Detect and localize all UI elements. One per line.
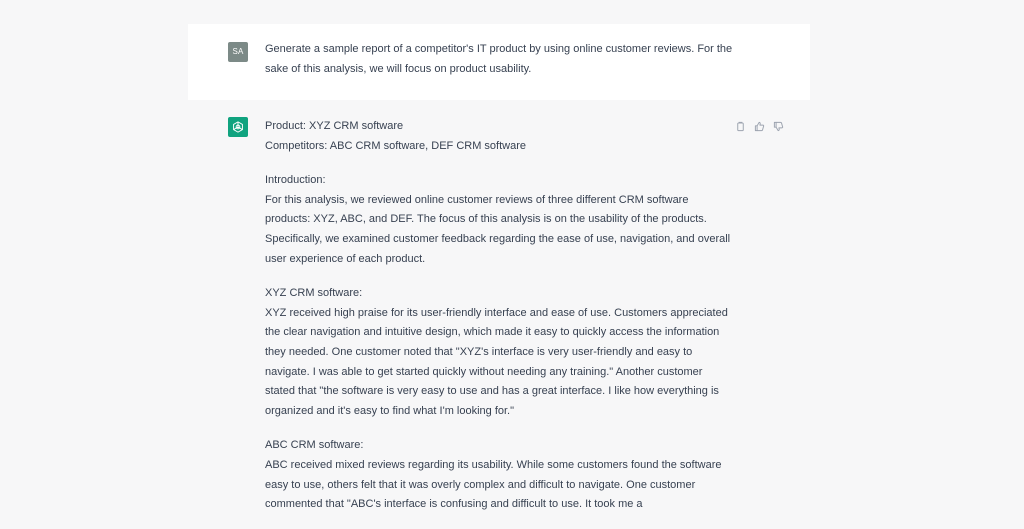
user-message: SA Generate a sample report of a competi… [188,24,810,101]
section-body: XYZ received high praise for its user-fr… [265,306,728,417]
user-prompt-text: Generate a sample report of a competitor… [265,43,733,75]
reply-paragraph: ABC CRM software: ABC received mixed rev… [265,436,735,514]
thumbs-down-icon[interactable] [771,119,785,133]
assistant-message: Product: XYZ CRM software Competitors: A… [188,100,810,529]
chat-page: SA Generate a sample report of a competi… [0,0,1024,529]
section-heading: XYZ CRM software: [265,287,363,300]
message-actions [733,119,785,133]
thumbs-up-icon[interactable] [752,119,766,133]
assistant-reply: Product: XYZ CRM software Competitors: A… [265,117,735,529]
reply-paragraph: Introduction: For this analysis, we revi… [265,171,735,269]
section-body: For this analysis, we reviewed online cu… [265,193,731,265]
section-heading: Introduction: [265,174,326,187]
copy-icon[interactable] [733,119,747,133]
competitors-line: Competitors: ABC CRM software, DEF CRM s… [265,139,527,152]
section-heading: ABC CRM software: [265,439,364,452]
openai-logo-icon [228,117,248,137]
product-line: Product: XYZ CRM software [265,120,404,132]
section-body: ABC received mixed reviews regarding its… [265,458,722,511]
reply-paragraph: XYZ CRM software: XYZ received high prai… [265,284,735,421]
reply-paragraph: Product: XYZ CRM software Competitors: A… [265,117,735,156]
user-avatar: SA [228,42,248,62]
